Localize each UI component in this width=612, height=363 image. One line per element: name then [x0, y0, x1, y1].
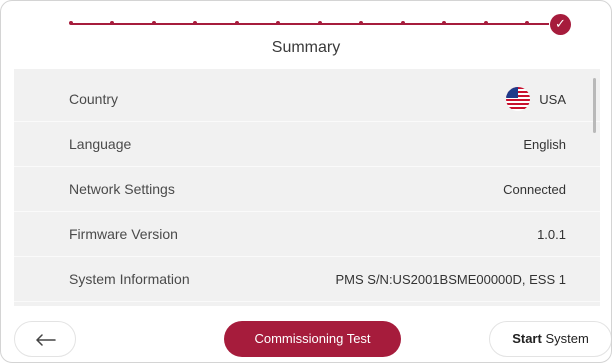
scrollbar[interactable] — [590, 69, 600, 306]
row-value: English — [523, 137, 566, 152]
commissioning-test-label: Commissioning — [254, 331, 344, 346]
progress-step — [401, 21, 405, 25]
progress-step — [69, 21, 73, 25]
row-value: USA — [505, 77, 566, 122]
progress-step — [484, 21, 488, 25]
row-label: Firmware Version — [69, 226, 178, 242]
summary-row-country: Country USA — [14, 77, 600, 122]
row-value: Connected — [503, 182, 566, 197]
summary-row-firmware: Firmware Version 1.0.1 — [14, 212, 600, 257]
row-label: Network Settings — [69, 181, 175, 197]
summary-row-system-info: System Information PMS S/N:US2001BSME000… — [14, 257, 600, 302]
country-value: USA — [539, 92, 566, 107]
setup-window: ✓ Summary Country USA Language English N… — [0, 0, 612, 363]
summary-row-language: Language English — [14, 122, 600, 167]
back-button[interactable] — [14, 321, 76, 357]
progress-stepper: ✓ — [69, 14, 571, 35]
row-label: Language — [69, 136, 132, 152]
progress-step — [442, 21, 446, 25]
summary-row-network: Network Settings Connected — [14, 167, 600, 212]
progress-step — [525, 21, 529, 25]
row-divider — [14, 301, 600, 302]
row-label: System Information — [69, 271, 190, 287]
arrow-left-icon — [36, 334, 56, 346]
start-system-button[interactable]: Start System — [489, 321, 611, 357]
start-system-label: Start — [512, 331, 542, 346]
page-title: Summary — [271, 39, 341, 56]
usa-flag-icon — [506, 87, 531, 112]
scrollbar-thumb[interactable] — [593, 78, 596, 133]
progress-step — [110, 21, 114, 25]
progress-step — [193, 21, 197, 25]
progress-step — [276, 21, 280, 25]
commissioning-test-label-suffix: Test — [343, 331, 371, 346]
commissioning-test-button[interactable]: Commissioning Test — [224, 321, 401, 357]
progress-step — [235, 21, 239, 25]
progress-step — [152, 21, 156, 25]
progress-track — [71, 23, 549, 25]
start-system-label-suffix: System — [541, 331, 589, 346]
row-value: 1.0.1 — [537, 227, 566, 242]
summary-list: Country USA Language English Network Set… — [14, 69, 600, 306]
progress-step — [359, 21, 363, 25]
check-icon: ✓ — [550, 14, 571, 35]
row-value: PMS S/N:US2001BSME00000D, ESS 1 — [335, 272, 566, 287]
row-label: Country — [69, 91, 119, 107]
progress-step — [318, 21, 322, 25]
